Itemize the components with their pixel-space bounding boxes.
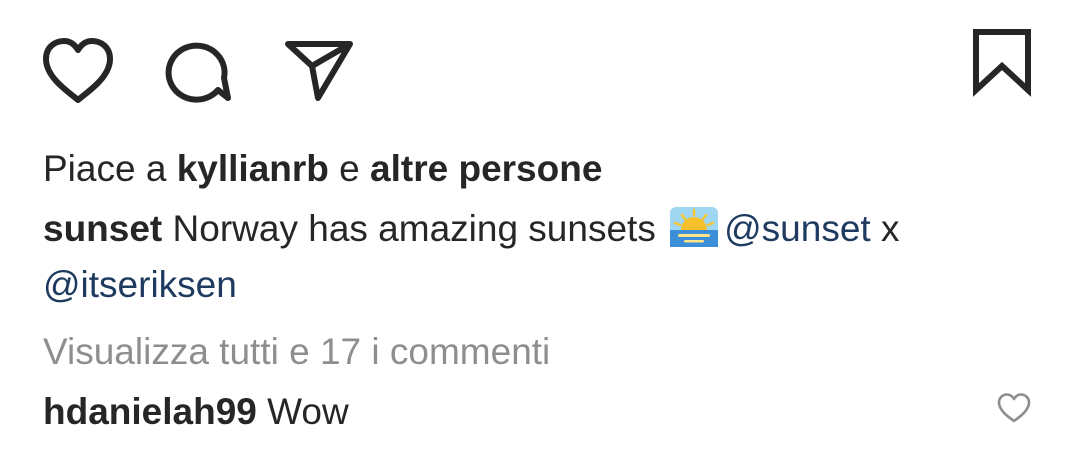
- caption-username-link[interactable]: sunset: [43, 208, 162, 249]
- liker-username-link[interactable]: kyllianrb: [177, 148, 329, 189]
- likes-connector: e: [328, 148, 371, 189]
- comment-username-link[interactable]: hdanielah99: [43, 391, 257, 432]
- caption-separator: x: [880, 208, 900, 249]
- likes-summary: Piace a kyllianrb e altre persone: [43, 145, 602, 193]
- caption: sunset Norway has amazing sunsets @sunse…: [43, 205, 899, 253]
- comment-like-button[interactable]: [996, 392, 1032, 424]
- view-all-comments-link[interactable]: Visualizza tutti e 17 i commenti: [43, 328, 550, 376]
- paper-plane-icon: [285, 41, 353, 101]
- share-button[interactable]: [284, 38, 354, 104]
- heart-icon: [43, 38, 113, 103]
- mention-link-2[interactable]: @itseriksen: [43, 264, 237, 305]
- like-button[interactable]: [40, 36, 116, 106]
- save-button[interactable]: [968, 26, 1036, 98]
- bookmark-icon: [973, 29, 1031, 97]
- comment-text: Wow: [267, 391, 349, 432]
- likes-others-link[interactable]: altre persone: [370, 148, 602, 189]
- caption-text: Norway has amazing sunsets: [172, 208, 656, 249]
- mention-link[interactable]: @sunset: [724, 208, 871, 249]
- likes-prefix: Piace a: [43, 148, 177, 189]
- post-action-bar: [0, 0, 1080, 130]
- heart-icon: [997, 393, 1031, 423]
- sunrise-emoji: [670, 207, 719, 247]
- comment-button[interactable]: [164, 38, 234, 104]
- speech-bubble-icon: [165, 42, 231, 103]
- comment-row: hdanielah99 Wow: [43, 388, 349, 436]
- caption-continued: @itseriksen: [43, 261, 237, 309]
